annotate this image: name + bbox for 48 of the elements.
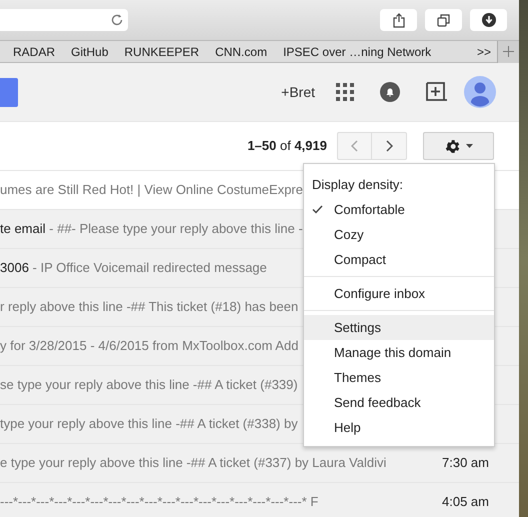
- email-preview: te email - ##- Please type your reply above this line -: [0, 220, 303, 238]
- downloads-button[interactable]: [470, 9, 507, 31]
- menu-item[interactable]: Cozy: [304, 222, 494, 247]
- email-preview: y for 3/28/2015 - 4/6/2015 from MxToolbox.com Add: [0, 337, 298, 356]
- email-preview: 3006 - IP Office Voicemail redirected message: [0, 259, 267, 278]
- plus-icon: [503, 46, 514, 57]
- email-preview: ---*---*---*---*---*---*---*---*---*---*---*---*---*---*---*---*---* F: [0, 493, 318, 512]
- email-preview: type your reply above this line -## A ticket (#338) by: [0, 415, 298, 434]
- settings-button[interactable]: [423, 132, 494, 160]
- tabs-icon: [437, 14, 450, 26]
- bookmark-link[interactable]: GitHub: [71, 42, 108, 60]
- chevron-right-icon: [386, 140, 392, 152]
- bookmark-link[interactable]: CNN.com: [215, 42, 268, 60]
- settings-icon: [444, 138, 461, 154]
- email-row[interactable]: e type your reply above this line -## A ticket (#337) by Laura Valdivi 7:30 am: [0, 444, 519, 483]
- email-preview: e type your reply above this line -## A ticket (#337) by Laura Valdivi: [0, 454, 386, 472]
- caret-icon: [466, 144, 473, 148]
- pagination-count: 1–50 of 4,919: [247, 137, 327, 156]
- menu-item[interactable]: Settings: [304, 315, 494, 340]
- download-icon: [482, 13, 496, 27]
- new-tab-button[interactable]: [497, 40, 519, 62]
- tabs-button[interactable]: [425, 9, 462, 31]
- bookmark-link[interactable]: RADAR: [13, 42, 56, 60]
- share-button[interactable]: [380, 9, 417, 31]
- bookmarks-overflow-button[interactable]: >>: [476, 42, 491, 60]
- chevron-left-icon: [351, 140, 358, 152]
- avatar-icon[interactable]: [464, 76, 496, 108]
- share-icon: [392, 12, 404, 28]
- email-preview: se type your reply above this line -## A ticket (#339): [0, 376, 298, 394]
- apps-grid-icon[interactable]: [336, 83, 354, 101]
- menu-item[interactable]: Themes: [304, 365, 494, 390]
- bookmark-link[interactable]: RUNKEEPER: [124, 42, 200, 60]
- reload-icon[interactable]: [110, 13, 124, 27]
- notification-bell-icon[interactable]: [380, 82, 400, 102]
- next-page-button[interactable]: [372, 132, 407, 160]
- bookmark-link[interactable]: IPSEC over …ning Network: [283, 42, 432, 60]
- email-preview: umes are Still Red Hot! | View Online CostumeExpre: [0, 181, 303, 200]
- add-box-icon[interactable]: [426, 82, 447, 102]
- menu-heading: Display density:: [311, 176, 404, 194]
- email-row[interactable]: ---*---*---*---*---*---*---*---*---*---*---*---*---*---*---*---*---* F 4:05 am: [0, 483, 519, 517]
- user-link[interactable]: +Bret: [281, 82, 315, 102]
- address-field[interactable]: [0, 9, 128, 31]
- menu-item[interactable]: Help: [304, 415, 494, 440]
- menu-item[interactable]: Manage this domain: [304, 340, 494, 365]
- email-preview: r reply above this line -## This ticket (#18) has been: [0, 298, 298, 316]
- menu-item[interactable]: Compact: [304, 247, 494, 272]
- email-time: 7:30 am: [442, 454, 489, 472]
- email-time: 4:05 am: [442, 493, 489, 512]
